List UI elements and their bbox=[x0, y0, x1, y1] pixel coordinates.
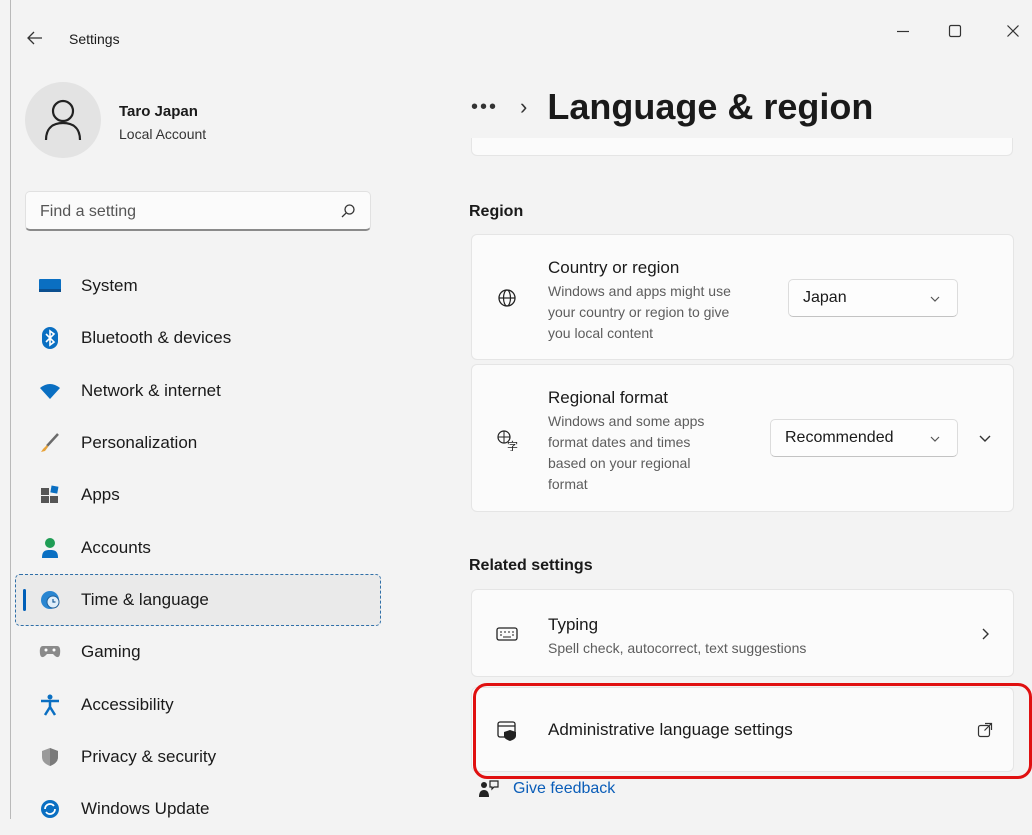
open-external-icon bbox=[977, 722, 993, 738]
search-box[interactable] bbox=[25, 191, 371, 231]
settings-window: Settings Taro Japan Local Account Find a… bbox=[10, 0, 1032, 819]
feedback-icon bbox=[479, 780, 499, 797]
sidebar-item-bluetooth[interactable]: Bluetooth & devices bbox=[15, 312, 381, 364]
country-value: Japan bbox=[803, 289, 847, 306]
regional-format-card[interactable]: 字 Regional format Windows and some apps … bbox=[471, 364, 1014, 512]
sidebar-item-time-language[interactable]: Time & language bbox=[15, 573, 381, 627]
minimize-icon bbox=[897, 30, 909, 33]
minimize-button[interactable] bbox=[883, 14, 923, 48]
sidebar-item-personalization[interactable]: Personalization bbox=[15, 417, 381, 469]
card-title: Country or region bbox=[548, 258, 680, 277]
chevron-right-button bbox=[969, 618, 1001, 650]
breadcrumb: ••• › Language & region bbox=[471, 82, 873, 132]
back-button[interactable] bbox=[23, 26, 47, 50]
arrow-left-icon bbox=[27, 31, 42, 45]
active-indicator bbox=[23, 588, 26, 611]
give-feedback-link[interactable]: Give feedback bbox=[479, 777, 615, 801]
card-title: Administrative language settings bbox=[548, 720, 793, 739]
sidebar-item-label: Personalization bbox=[81, 433, 198, 453]
language-format-icon: 字 bbox=[496, 429, 518, 451]
sidebar-item-label: Network & internet bbox=[81, 380, 221, 400]
sidebar-item-label: Accessibility bbox=[81, 694, 174, 714]
svg-text:字: 字 bbox=[507, 439, 518, 451]
search-input[interactable] bbox=[38, 200, 332, 224]
globe-clock-icon bbox=[39, 589, 61, 611]
chevron-right-icon bbox=[982, 628, 989, 640]
sidebar-item-label: System bbox=[81, 276, 138, 296]
person-outline-icon bbox=[44, 99, 82, 141]
country-region-card: Country or region Windows and apps might… bbox=[471, 234, 1014, 360]
sidebar-item-label: Bluetooth & devices bbox=[81, 328, 232, 348]
sidebar-item-label: Apps bbox=[81, 485, 120, 505]
sidebar-item-gaming[interactable]: Gaming bbox=[15, 626, 381, 678]
chevron-right-icon: › bbox=[520, 94, 528, 119]
maximize-icon bbox=[948, 24, 962, 38]
sidebar-item-label: Privacy & security bbox=[81, 746, 217, 766]
sidebar-nav: System Bluetooth & devices Network & int… bbox=[15, 260, 381, 835]
avatar[interactable] bbox=[25, 82, 101, 158]
previous-card-edge bbox=[471, 138, 1013, 156]
card-title: Typing bbox=[548, 615, 599, 634]
title-bar: Settings bbox=[11, 0, 1032, 80]
system-icon bbox=[39, 275, 61, 297]
wifi-icon bbox=[39, 380, 61, 402]
bluetooth-icon bbox=[39, 327, 61, 350]
apps-icon bbox=[39, 484, 61, 506]
account-type: Local Account bbox=[119, 126, 207, 142]
card-description: Spell check, autocorrect, text suggestio… bbox=[548, 640, 807, 656]
sidebar-item-system[interactable]: System bbox=[15, 260, 381, 312]
sidebar-item-windows-update[interactable]: Windows Update bbox=[15, 783, 381, 835]
chevron-down-icon bbox=[930, 436, 940, 442]
related-settings-heading: Related settings bbox=[469, 557, 593, 574]
keyboard-icon bbox=[496, 623, 518, 645]
admin-shield-icon bbox=[496, 720, 518, 742]
update-icon bbox=[39, 798, 61, 820]
close-button[interactable] bbox=[993, 14, 1032, 48]
close-icon bbox=[1007, 25, 1019, 37]
administrative-language-card[interactable]: Administrative language settings bbox=[471, 687, 1014, 772]
search-icon bbox=[341, 204, 355, 218]
gamepad-icon bbox=[39, 641, 61, 663]
format-value: Recommended bbox=[785, 429, 894, 446]
sidebar-item-accounts[interactable]: Accounts bbox=[15, 521, 381, 573]
sidebar-item-label: Time & language bbox=[81, 589, 209, 609]
feedback-label: Give feedback bbox=[513, 780, 616, 797]
sidebar-item-network[interactable]: Network & internet bbox=[15, 365, 381, 417]
breadcrumb-overflow-button[interactable]: ••• bbox=[471, 96, 498, 119]
chevron-down-icon bbox=[930, 296, 940, 302]
page-title: Language & region bbox=[547, 86, 874, 127]
chevron-down-icon bbox=[979, 435, 991, 442]
country-dropdown[interactable]: Japan bbox=[788, 279, 958, 317]
shield-icon bbox=[39, 746, 61, 768]
maximize-button[interactable] bbox=[935, 14, 975, 48]
card-description: Windows and apps might use your country … bbox=[548, 283, 731, 341]
expand-button[interactable] bbox=[969, 422, 1001, 454]
globe-icon bbox=[496, 287, 518, 309]
user-name: Taro Japan bbox=[119, 103, 198, 120]
sidebar-item-label: Accounts bbox=[81, 537, 151, 557]
sidebar-item-privacy[interactable]: Privacy & security bbox=[15, 731, 381, 783]
sidebar-item-accessibility[interactable]: Accessibility bbox=[15, 678, 381, 730]
brush-icon bbox=[39, 432, 61, 454]
card-description: Windows and some apps format dates and t… bbox=[548, 413, 705, 492]
typing-card[interactable]: Typing Spell check, autocorrect, text su… bbox=[471, 589, 1014, 677]
person-icon bbox=[39, 537, 61, 559]
sidebar-item-apps[interactable]: Apps bbox=[15, 469, 381, 521]
app-title: Settings bbox=[69, 31, 120, 47]
sidebar-item-label: Gaming bbox=[81, 642, 141, 662]
open-external-button bbox=[969, 714, 1001, 746]
region-heading: Region bbox=[469, 203, 524, 220]
regional-format-dropdown[interactable]: Recommended bbox=[770, 419, 958, 457]
card-title: Regional format bbox=[548, 388, 669, 407]
sidebar-item-label: Windows Update bbox=[81, 799, 210, 819]
accessibility-icon bbox=[39, 694, 61, 716]
